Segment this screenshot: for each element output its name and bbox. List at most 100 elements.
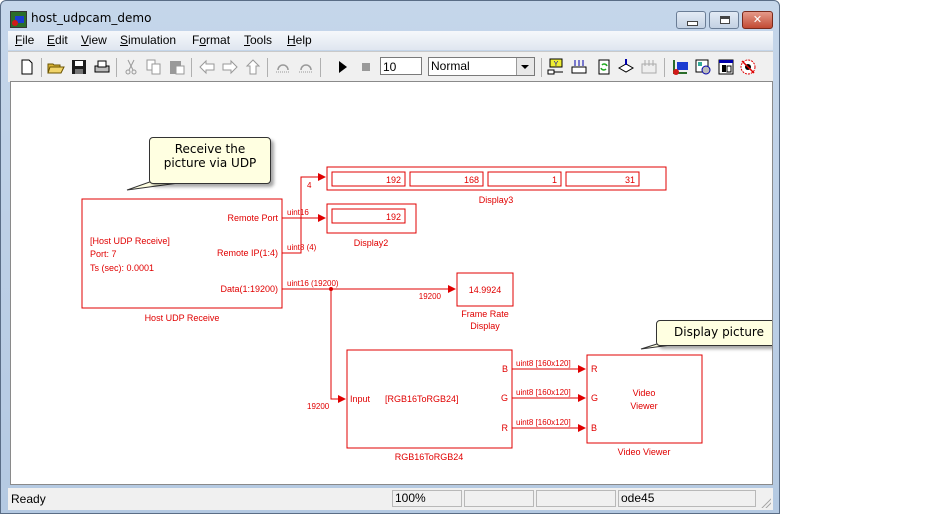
menu-bar: File Edit View Simulation Format Tools H…: [8, 31, 773, 50]
menu-file[interactable]: File: [15, 33, 34, 47]
svg-text:Y: Y: [554, 61, 559, 68]
copy-icon[interactable]: [145, 58, 163, 76]
udp-block-name[interactable]: Host UDP Receive: [145, 313, 220, 323]
stop-simulation-icon[interactable]: [357, 58, 375, 76]
open-icon[interactable]: [47, 58, 65, 76]
toolbar-separator: [541, 58, 542, 77]
port-label-remote-ip: Remote IP(1:4): [217, 248, 278, 258]
video-viewer-name[interactable]: Video Viewer: [618, 447, 671, 457]
viewer-in-port-g: G: [591, 393, 598, 403]
chevron-down-icon[interactable]: [516, 58, 534, 75]
port-label-remote-port: Remote Port: [227, 213, 278, 223]
library-browser-icon[interactable]: Y: [547, 58, 565, 76]
status-cell: [464, 490, 534, 507]
menu-label: dit: [55, 33, 68, 47]
menu-tools[interactable]: Tools: [244, 33, 272, 47]
rgb-block-name[interactable]: RGB16ToRGB24: [395, 452, 464, 462]
new-model-icon[interactable]: [18, 58, 36, 76]
menu-help[interactable]: Help: [287, 33, 312, 47]
signal-label-rgb-out-r: uint8 [160x120]: [516, 418, 571, 427]
port-label-data: Data(1:19200): [220, 284, 278, 294]
menu-label: elp: [295, 33, 312, 47]
menu-label: rmat: [206, 33, 231, 47]
annotation-display-picture[interactable]: Display picture: [656, 320, 772, 346]
frame-rate-name-line2[interactable]: Display: [470, 321, 500, 331]
toolbar-separator: [191, 58, 192, 77]
toolbar-separator: [320, 58, 321, 77]
redo-icon[interactable]: [297, 58, 315, 76]
toolbar-separator: [116, 58, 117, 77]
window-title: host_udpcam_demo: [31, 11, 152, 25]
udp-block-content-line3: Ts (sec): 0.0001: [90, 263, 154, 273]
simulation-mode-select[interactable]: Normal: [428, 57, 535, 76]
frame-rate-value: 14.9924: [469, 285, 502, 295]
close-icon: ✕: [752, 13, 763, 26]
menu-view[interactable]: View: [81, 33, 107, 47]
display3-value: 192: [386, 175, 401, 185]
debug-icon[interactable]: [671, 58, 689, 76]
start-simulation-icon[interactable]: [334, 58, 352, 76]
udp-block-content-line2: Port: 7: [90, 249, 117, 259]
save-icon[interactable]: [70, 58, 88, 76]
display2-name[interactable]: Display2: [354, 238, 389, 248]
resize-grip[interactable]: [761, 498, 771, 508]
signal-label-data-type: uint16 (19200): [287, 279, 339, 288]
annotation-receive-picture[interactable]: Receive the picture via UDP: [149, 137, 271, 184]
annotation-text: Display picture: [674, 325, 764, 339]
rgb-out-port-g: G: [501, 393, 508, 403]
menu-accel: S: [120, 33, 129, 47]
print-icon[interactable]: [93, 58, 111, 76]
model-explorer-icon[interactable]: [640, 58, 658, 76]
udp-block-content-line1: [Host UDP Receive]: [90, 236, 170, 246]
undo-icon[interactable]: [274, 58, 292, 76]
rgb-out-port-b: B: [502, 364, 508, 374]
display3-name[interactable]: Display3: [479, 195, 514, 205]
model-advisor-icon[interactable]: [694, 58, 712, 76]
signal-label-remote-ip-type: uint8 (4): [287, 243, 317, 252]
toolbar: 10 Normal Y: [8, 51, 773, 82]
incremental-build-icon[interactable]: [617, 58, 635, 76]
menu-label: imulation: [128, 33, 177, 47]
block-diagram: [Host UDP Receive] Port: 7 Ts (sec): 0.0…: [81, 166, 703, 462]
menu-edit[interactable]: Edit: [47, 33, 68, 47]
maximize-icon: [710, 12, 738, 28]
back-icon[interactable]: [198, 58, 216, 76]
signal-label-remote-port-type: uint16: [287, 208, 309, 217]
profiler-icon[interactable]: [717, 58, 735, 76]
maximize-button[interactable]: [709, 11, 739, 29]
build-icon[interactable]: [595, 58, 613, 76]
minimize-button[interactable]: [676, 11, 706, 29]
title-bar[interactable]: host_udpcam_demo ✕: [1, 1, 779, 35]
simulation-mode-value: Normal: [431, 59, 470, 73]
toolbar-separator: [41, 58, 42, 77]
frame-rate-name-line1[interactable]: Frame Rate: [461, 309, 509, 319]
forward-icon[interactable]: [221, 58, 239, 76]
simulink-model-icon: [10, 11, 27, 28]
signal-label-frame-width: 19200: [419, 292, 442, 301]
rgb-out-port-r: R: [502, 423, 509, 433]
update-diagram-icon[interactable]: [570, 58, 588, 76]
display3-value: 168: [464, 175, 479, 185]
display3-cell: [487, 171, 562, 187]
signal-label-ip-width: 4: [307, 181, 312, 190]
display3-value: 1: [552, 175, 557, 185]
status-cell: [536, 490, 616, 507]
display2-block[interactable]: [326, 203, 417, 234]
paste-icon[interactable]: [168, 58, 186, 76]
display3-value: 31: [625, 175, 635, 185]
menu-label: ools: [250, 33, 273, 47]
cut-icon[interactable]: [122, 58, 140, 76]
up-icon[interactable]: [244, 58, 262, 76]
toolbar-separator: [664, 58, 665, 77]
stop-time-input[interactable]: 10: [380, 57, 422, 75]
menu-simulation[interactable]: Simulation: [120, 33, 176, 47]
annotation-line2: picture via UDP: [163, 156, 257, 170]
video-viewer-block[interactable]: [586, 354, 703, 444]
signal-breakpoint-icon[interactable]: [739, 58, 757, 76]
display3-block[interactable]: [326, 166, 667, 191]
menu-format[interactable]: Format: [192, 33, 230, 47]
close-button[interactable]: ✕: [742, 11, 773, 29]
data-branch-signal-line[interactable]: [330, 289, 346, 403]
model-canvas[interactable]: [Host UDP Receive] Port: 7 Ts (sec): 0.0…: [10, 81, 773, 485]
display2-value: 192: [386, 212, 401, 222]
